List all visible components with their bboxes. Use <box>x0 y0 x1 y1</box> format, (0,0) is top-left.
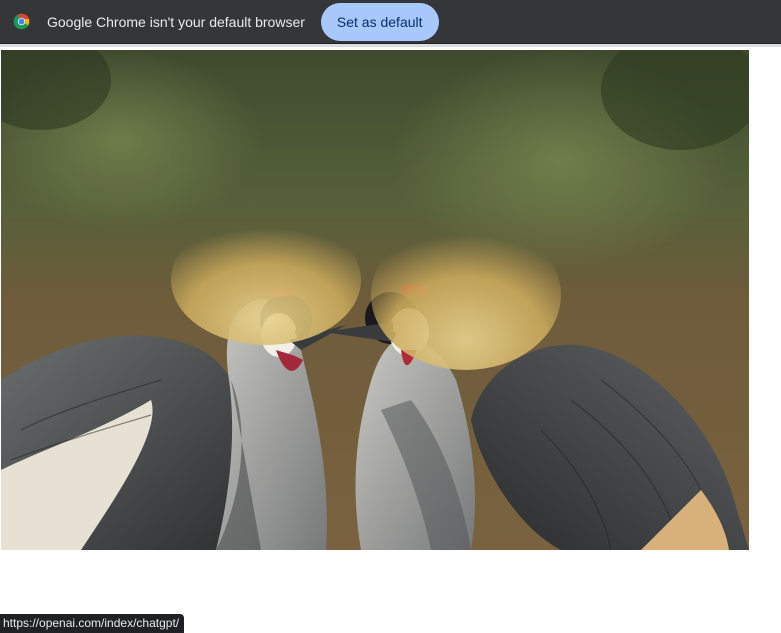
image-viewer <box>1 50 749 550</box>
chrome-logo-icon <box>13 13 30 30</box>
set-as-default-button[interactable]: Set as default <box>320 2 439 41</box>
crowned-cranes-photo <box>1 50 749 550</box>
default-browser-infobar: Google Chrome isn't your default browser… <box>0 0 781 44</box>
infobar-message: Google Chrome isn't your default browser <box>47 13 305 30</box>
link-status-bubble: https://openai.com/index/chatgpt/ <box>0 614 185 633</box>
toolbar-separator <box>0 44 781 47</box>
